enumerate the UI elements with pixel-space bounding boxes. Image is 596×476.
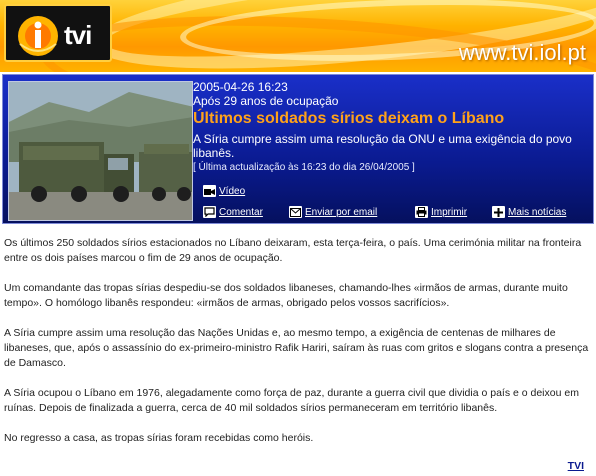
comment-icon bbox=[203, 206, 216, 218]
article-paragraph: Os últimos 250 soldados sírios estaciona… bbox=[4, 237, 582, 264]
article-body: Os últimos 250 soldados sírios estaciona… bbox=[4, 236, 592, 461]
video-label: Vídeo bbox=[219, 185, 246, 197]
plus-icon bbox=[492, 206, 505, 218]
article-paragraph: A Síria cumpre assim uma resolução das N… bbox=[4, 327, 589, 369]
print-label: Imprimir bbox=[431, 206, 468, 218]
video-camera-icon bbox=[203, 185, 216, 197]
article-actions: Vídeo Comentar Enviar por email Imprimir bbox=[201, 183, 595, 223]
email-link[interactable]: Enviar por email bbox=[289, 206, 377, 218]
header-banner: tvi www.tvi.iol.pt bbox=[0, 0, 596, 72]
source-link[interactable]: TVI bbox=[568, 460, 584, 472]
article-photo-image bbox=[9, 82, 192, 220]
article-subtitle: Após 29 anos de ocupação bbox=[193, 94, 339, 108]
email-label: Enviar por email bbox=[305, 206, 378, 218]
article-date: 2005-04-26 16:23 bbox=[193, 80, 288, 94]
logo-text: tvi bbox=[64, 20, 92, 50]
article-paragraph: Um comandante das tropas sírias despediu… bbox=[4, 282, 568, 309]
article-photo[interactable] bbox=[8, 81, 193, 221]
article-header-panel: 2005-04-26 16:23 Após 29 anos de ocupaçã… bbox=[2, 74, 594, 224]
comment-link[interactable]: Comentar bbox=[203, 206, 263, 218]
article-paragraph: A Síria ocupou o Líbano em 1976, alegada… bbox=[4, 387, 579, 414]
print-link[interactable]: Imprimir bbox=[415, 206, 467, 218]
last-updated: [ Última actualização às 16:23 do dia 26… bbox=[193, 162, 415, 173]
article-lead: A Síria cumpre assim uma resolução da ON… bbox=[193, 132, 572, 160]
envelope-icon bbox=[289, 206, 302, 218]
tvi-logo[interactable]: tvi bbox=[4, 4, 112, 62]
comment-label: Comentar bbox=[219, 206, 263, 218]
printer-icon bbox=[415, 206, 428, 218]
more-news-link[interactable]: Mais notícias bbox=[492, 206, 566, 218]
article-meta: 2005-04-26 16:23 Após 29 anos de ocupaçã… bbox=[193, 80, 593, 175]
article-paragraph: No regresso a casa, as tropas sírias for… bbox=[4, 432, 314, 444]
tvi-logo-icon bbox=[18, 16, 58, 56]
more-news-label: Mais notícias bbox=[508, 206, 567, 218]
site-url[interactable]: www.tvi.iol.pt bbox=[459, 40, 586, 66]
video-link[interactable]: Vídeo bbox=[203, 185, 245, 197]
article-headline: Últimos soldados sírios deixam o Líbano bbox=[193, 110, 505, 127]
